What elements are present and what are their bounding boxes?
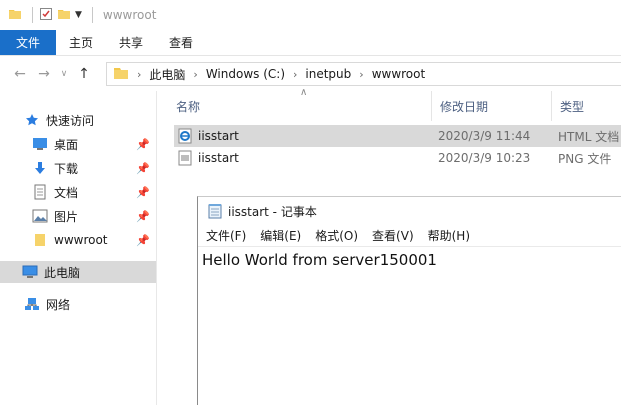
navigation-pane: 快速访问 桌面 📌 下载 📌 文档 📌 图片 📌 wwwroot 📌 此电脑 网…	[0, 91, 157, 405]
picture-icon	[32, 208, 48, 224]
notepad-window[interactable]: iisstart - 记事本 文件(F) 编辑(E) 格式(O) 查看(V) 帮…	[197, 196, 621, 405]
address-bar[interactable]: › 此电脑 › Windows (C:) › inetpub › wwwroot	[106, 62, 621, 86]
tab-view[interactable]: 查看	[156, 30, 206, 55]
notepad-menu-bar: 文件(F) 编辑(E) 格式(O) 查看(V) 帮助(H)	[198, 225, 621, 247]
file-type: HTML 文档	[558, 129, 620, 144]
pin-icon[interactable]: 📌	[136, 210, 150, 223]
breadcrumb-c-drive[interactable]: Windows (C:)	[206, 67, 285, 81]
computer-icon	[22, 264, 38, 280]
nav-item-network[interactable]: 网络	[24, 293, 70, 315]
chevron-right-icon[interactable]: ›	[137, 68, 141, 81]
chevron-right-icon[interactable]: ›	[193, 68, 197, 81]
menu-format[interactable]: 格式(O)	[315, 227, 358, 244]
nav-label: wwwroot	[54, 233, 108, 247]
pin-icon[interactable]: 📌	[136, 138, 150, 151]
pin-icon[interactable]: 📌	[136, 162, 150, 175]
forward-arrow-icon[interactable]: →	[34, 64, 54, 84]
file-name: iisstart	[198, 129, 239, 143]
nav-quick-access[interactable]: 快速访问	[24, 109, 94, 131]
desktop-icon	[32, 136, 48, 152]
properties-icon[interactable]	[39, 7, 53, 24]
folder-icon[interactable]	[8, 7, 22, 24]
title-bar: ▼ wwwroot	[0, 0, 621, 30]
network-icon	[24, 296, 40, 312]
nav-label: 快速访问	[46, 113, 95, 128]
tab-share[interactable]: 共享	[106, 30, 156, 55]
file-row[interactable]: iisstart 2020/3/9 10:23 PNG 文件	[174, 147, 621, 169]
file-name: iisstart	[198, 151, 239, 165]
nav-item-desktop[interactable]: 桌面 📌	[32, 133, 156, 155]
file-date: 2020/3/9 11:44	[438, 129, 531, 143]
nav-item-pictures[interactable]: 图片 📌	[32, 205, 156, 227]
column-header-date[interactable]: 修改日期	[432, 91, 552, 121]
breadcrumb-inetpub[interactable]: inetpub	[305, 67, 351, 81]
nav-label: 文档	[54, 185, 79, 200]
star-icon	[24, 112, 40, 128]
nav-item-wwwroot[interactable]: wwwroot 📌	[32, 229, 156, 251]
nav-label: 下载	[54, 161, 79, 176]
chevron-right-icon[interactable]: ›	[293, 68, 297, 81]
tab-file[interactable]: 文件	[0, 30, 56, 55]
notepad-icon	[208, 203, 222, 219]
menu-edit[interactable]: 编辑(E)	[260, 227, 301, 244]
menu-file[interactable]: 文件(F)	[206, 227, 246, 244]
notepad-text-area[interactable]: Hello World from server150001	[198, 247, 621, 273]
column-header-type[interactable]: 类型	[552, 91, 621, 121]
divider	[91, 7, 93, 23]
divider	[32, 7, 33, 23]
menu-view[interactable]: 查看(V)	[372, 227, 414, 244]
chevron-right-icon[interactable]: ›	[359, 68, 363, 81]
nav-label: 桌面	[54, 137, 79, 152]
notepad-title: iisstart - 记事本	[228, 204, 317, 219]
folder-icon	[113, 66, 129, 83]
ribbon-tabs: 文件 主页 共享 查看	[0, 30, 621, 56]
up-arrow-icon[interactable]: ↑	[74, 64, 94, 84]
nav-label: 网络	[46, 297, 71, 312]
back-arrow-icon[interactable]: ←	[10, 64, 30, 84]
file-row[interactable]: iisstart 2020/3/9 11:44 HTML 文档	[174, 125, 621, 147]
nav-item-this-pc[interactable]: 此电脑	[0, 261, 156, 283]
customize-toolbar-icon[interactable]: ▼	[75, 10, 82, 20]
html-file-icon	[178, 128, 192, 147]
file-type: PNG 文件	[558, 151, 612, 166]
breadcrumb-wwwroot[interactable]: wwwroot	[372, 67, 426, 81]
notepad-title-bar[interactable]: iisstart - 记事本	[198, 197, 621, 225]
column-header-name[interactable]: 名称	[168, 91, 432, 121]
new-folder-icon[interactable]	[57, 7, 71, 24]
nav-label: 图片	[54, 209, 79, 224]
navigation-row: ← → ∨ ↑ › 此电脑 › Windows (C:) › inetpub ›…	[0, 57, 621, 91]
pin-icon[interactable]: 📌	[136, 186, 150, 199]
breadcrumb-this-pc[interactable]: 此电脑	[149, 66, 185, 83]
nav-label: 此电脑	[44, 265, 81, 280]
nav-item-downloads[interactable]: 下载 📌	[32, 157, 156, 179]
tab-home[interactable]: 主页	[56, 30, 106, 55]
folder-icon	[32, 232, 48, 248]
nav-item-documents[interactable]: 文档 📌	[32, 181, 156, 203]
download-icon	[32, 160, 48, 176]
recent-locations-chevron-icon[interactable]: ∨	[58, 64, 70, 84]
document-icon	[32, 184, 48, 200]
pin-icon[interactable]: 📌	[136, 234, 150, 247]
file-date: 2020/3/9 10:23	[438, 151, 531, 165]
file-list-header: ∧ 名称 修改日期 类型	[158, 87, 621, 121]
window-title: wwwroot	[102, 8, 157, 22]
png-file-icon	[178, 150, 192, 169]
menu-help[interactable]: 帮助(H)	[428, 227, 470, 244]
